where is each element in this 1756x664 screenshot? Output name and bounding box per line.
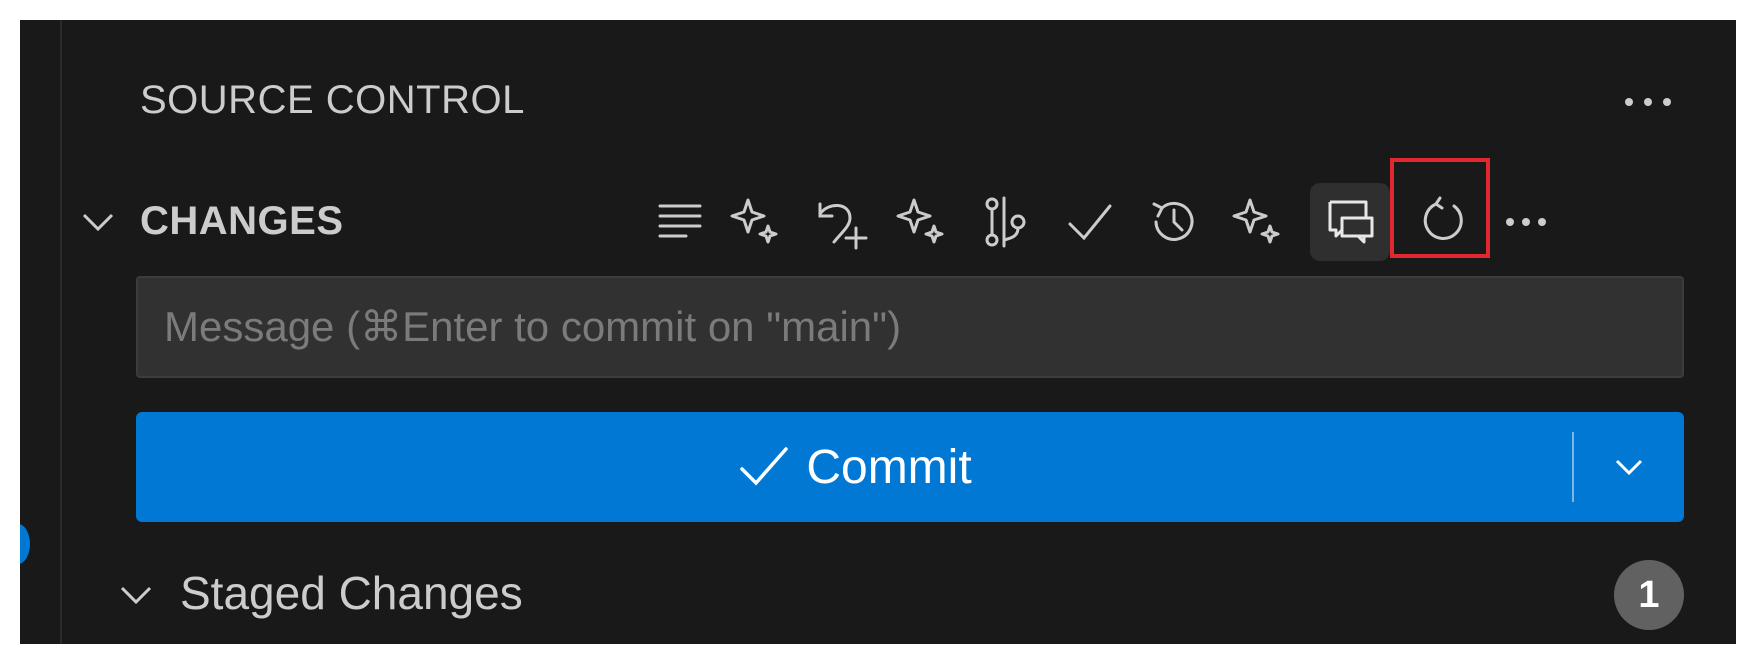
check-icon[interactable] [1050,185,1130,259]
panel-title: SOURCE CONTROL [140,78,525,122]
changes-label: CHANGES [140,199,344,243]
count-badge: 1 [1614,560,1684,630]
commit-dropdown-button[interactable] [1574,412,1684,522]
staged-changes-label: Staged Changes [180,567,523,619]
commit-button[interactable]: Commit [136,412,1572,522]
list-flat-icon[interactable] [640,185,720,259]
chevron-down-icon[interactable] [116,576,156,616]
history-icon[interactable] [1134,185,1214,259]
check-icon [740,447,789,486]
discard-add-icon[interactable] [800,185,880,259]
git-compare-icon[interactable] [966,185,1046,259]
more-actions-icon[interactable] [1618,80,1678,124]
changes-section-header[interactable]: CHANGES [20,183,1736,261]
staged-changes-header[interactable]: Staged Changes 1 [20,560,1736,630]
more-icon[interactable] [1486,185,1566,259]
activity-bar [20,20,62,644]
commit-button-group: Commit [136,412,1684,522]
commit-label: Commit [806,440,972,494]
sparkle-icon[interactable] [1218,185,1298,259]
commit-message-input[interactable] [136,276,1684,378]
chevron-down-icon[interactable] [78,203,118,243]
comment-discussion-icon[interactable] [1310,183,1390,261]
source-control-panel: SOURCE CONTROL CHANGES Message (⌘Enter t… [20,20,1736,644]
activity-badge [20,524,30,564]
sparkle-icon[interactable] [882,185,962,259]
sparkle-icon[interactable] [716,185,796,259]
chevron-down-icon [1615,459,1643,476]
refresh-icon[interactable] [1404,185,1484,259]
